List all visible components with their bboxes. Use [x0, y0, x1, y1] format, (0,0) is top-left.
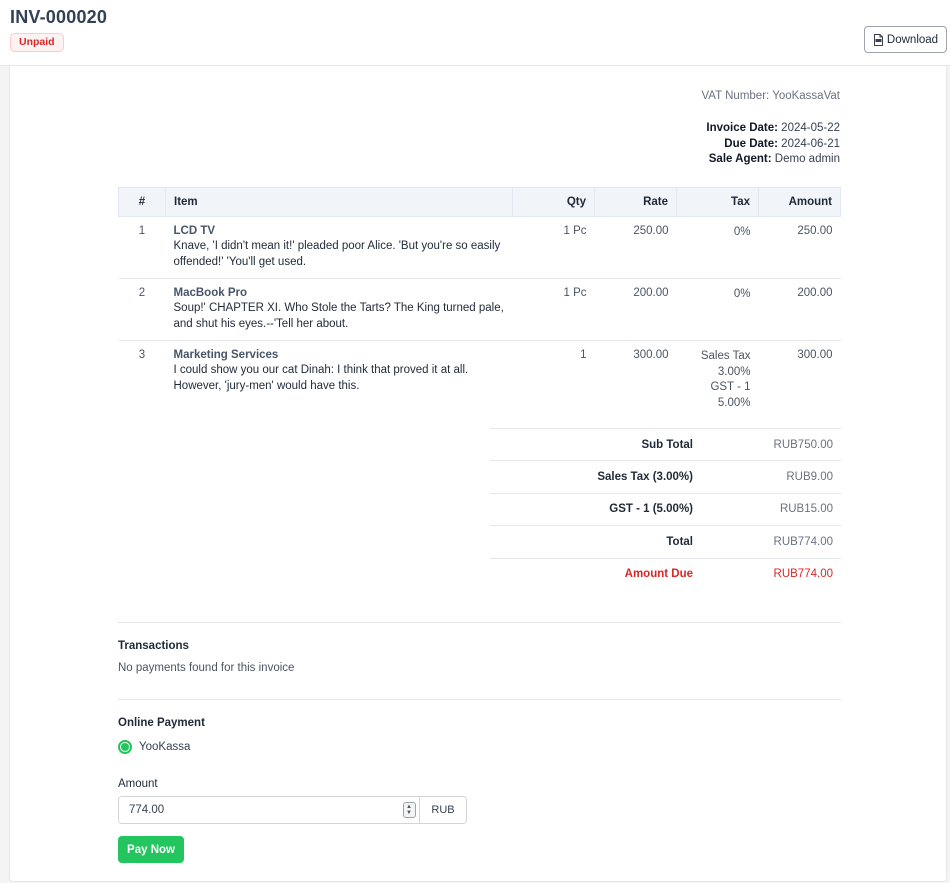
tax2-label: GST - 1 (5.00%): [609, 503, 693, 516]
amount-label: Amount: [118, 778, 158, 790]
due-date-label: Due Date:: [724, 137, 778, 150]
chevron-down-icon[interactable]: ▼: [406, 810, 412, 816]
row-num: 1: [118, 216, 166, 279]
subtotal-label: Sub Total: [641, 438, 693, 451]
tax1-row: Sales Tax (3.00%) RUB9.00: [490, 460, 841, 492]
invoice-date: 2024-05-22: [781, 122, 840, 134]
col-item: Item: [165, 187, 513, 217]
status-badge: Unpaid: [10, 33, 64, 52]
radio-selected-icon[interactable]: [118, 740, 132, 754]
tax-line: Sales Tax: [700, 350, 751, 362]
col-qty: Qty: [512, 187, 595, 217]
invoice-card: VAT Number: YooKassaVat Invoice Date: 20…: [9, 66, 947, 882]
tax-line: GST - 1: [710, 381, 751, 393]
row-rate: 300.00: [633, 349, 669, 361]
amount-due-label: Amount Due: [624, 568, 693, 581]
tax2-value: RUB15.00: [779, 503, 833, 516]
row-amount: 300.00: [797, 349, 833, 361]
row-num: 2: [118, 278, 166, 341]
file-pdf-icon: [873, 33, 883, 46]
row-qty: 1 Pc: [512, 278, 595, 341]
total-label: Total: [666, 535, 693, 548]
item-name: LCD TV: [173, 225, 216, 237]
row-qty: 1: [580, 349, 587, 361]
col-tax: Tax: [676, 187, 759, 217]
row-amount: 200.00: [758, 278, 841, 341]
invoice-number: INV-000020: [10, 7, 108, 27]
totals-section: Sub Total RUB750.00 Sales Tax (3.00%) RU…: [490, 428, 841, 590]
tax2-row: GST - 1 (5.00%) RUB15.00: [490, 492, 841, 525]
subtotal-value: RUB750.00: [773, 438, 833, 451]
invoice-date-label: Invoice Date:: [706, 122, 778, 134]
payment-method-label: YooKassa: [139, 741, 191, 753]
table-row: 3 Marketing Services I could show you ou…: [119, 341, 841, 420]
row-tax: Sales Tax 3.00% GST - 1 5.00%: [677, 341, 759, 420]
row-item: Marketing Services I could show you our …: [166, 341, 513, 420]
amount-due-value: RUB774.00: [773, 568, 833, 581]
amount-input[interactable]: [119, 797, 399, 823]
table-row: 1 LCD TV Knave, 'I didn't mean it!' plea…: [118, 216, 841, 279]
invoice-meta: Invoice Date: 2024-05-22 Due Date: 2024-…: [706, 121, 840, 168]
transactions-empty: No payments found for this invoice: [118, 662, 295, 674]
row-rate: 200.00: [594, 278, 677, 341]
subtotal-row: Sub Total RUB750.00: [490, 428, 841, 460]
row-amount: 250.00: [758, 216, 841, 279]
row-item: MacBook Pro Soup!' CHAPTER XI. Who Stole…: [165, 278, 513, 341]
payment-method-yookassa[interactable]: YooKassa: [118, 740, 190, 754]
row-tax: 0%: [676, 216, 759, 279]
items-table: # Item Qty Rate Tax Amount 1 LCD TV Knav…: [118, 187, 841, 419]
row-tax: 0%: [676, 278, 759, 341]
item-description: Knave, 'I didn't mean it!' pleaded poor …: [173, 240, 501, 268]
item-description: Soup!' CHAPTER XI. Who Stole the Tarts? …: [173, 302, 504, 330]
divider: [118, 622, 841, 623]
tax-line: 5.00%: [717, 396, 751, 409]
table-row: 2 MacBook Pro Soup!' CHAPTER XI. Who Sto…: [118, 278, 841, 341]
row-qty: 1 Pc: [512, 216, 595, 279]
amount-due-row: Amount Due RUB774.00: [490, 557, 841, 590]
tax-line: 0%: [733, 288, 751, 300]
col-rate: Rate: [594, 187, 677, 217]
download-label: Download: [886, 33, 939, 46]
currency-addon: RUB: [419, 797, 466, 823]
tax-line: 3.00%: [717, 365, 751, 378]
online-payment-title: Online Payment: [118, 717, 205, 729]
sale-agent: Demo admin: [774, 153, 840, 165]
item-name: Marketing Services: [173, 349, 279, 361]
transactions-title: Transactions: [118, 640, 189, 652]
divider: [118, 699, 841, 700]
sale-agent-label: Sale Agent:: [708, 153, 772, 165]
total-value: RUB774.00: [773, 535, 833, 548]
item-name: MacBook Pro: [173, 287, 248, 299]
tax-line: 0%: [733, 226, 751, 238]
row-num: 3: [138, 349, 146, 361]
tax1-label: Sales Tax (3.00%): [597, 471, 693, 484]
vat-number: VAT Number: YooKassaVat: [701, 90, 840, 102]
amount-input-group: ▲▼ RUB: [118, 796, 467, 824]
invoice-header: INV-000020 Unpaid Download: [0, 0, 950, 66]
item-description: I could show you our cat Dinah: I think …: [173, 364, 469, 392]
due-date: 2024-06-21: [781, 137, 840, 150]
col-num: #: [118, 187, 166, 217]
total-row: Total RUB774.00: [490, 525, 841, 557]
row-rate: 250.00: [594, 216, 677, 279]
tax1-value: RUB9.00: [786, 471, 833, 484]
row-item: LCD TV Knave, 'I didn't mean it!' pleade…: [165, 216, 513, 279]
download-button[interactable]: Download: [864, 26, 947, 53]
pay-now-button[interactable]: Pay Now: [118, 836, 184, 863]
amount-stepper[interactable]: ▲ ▼: [399, 797, 419, 823]
col-amount: Amount: [758, 187, 841, 217]
